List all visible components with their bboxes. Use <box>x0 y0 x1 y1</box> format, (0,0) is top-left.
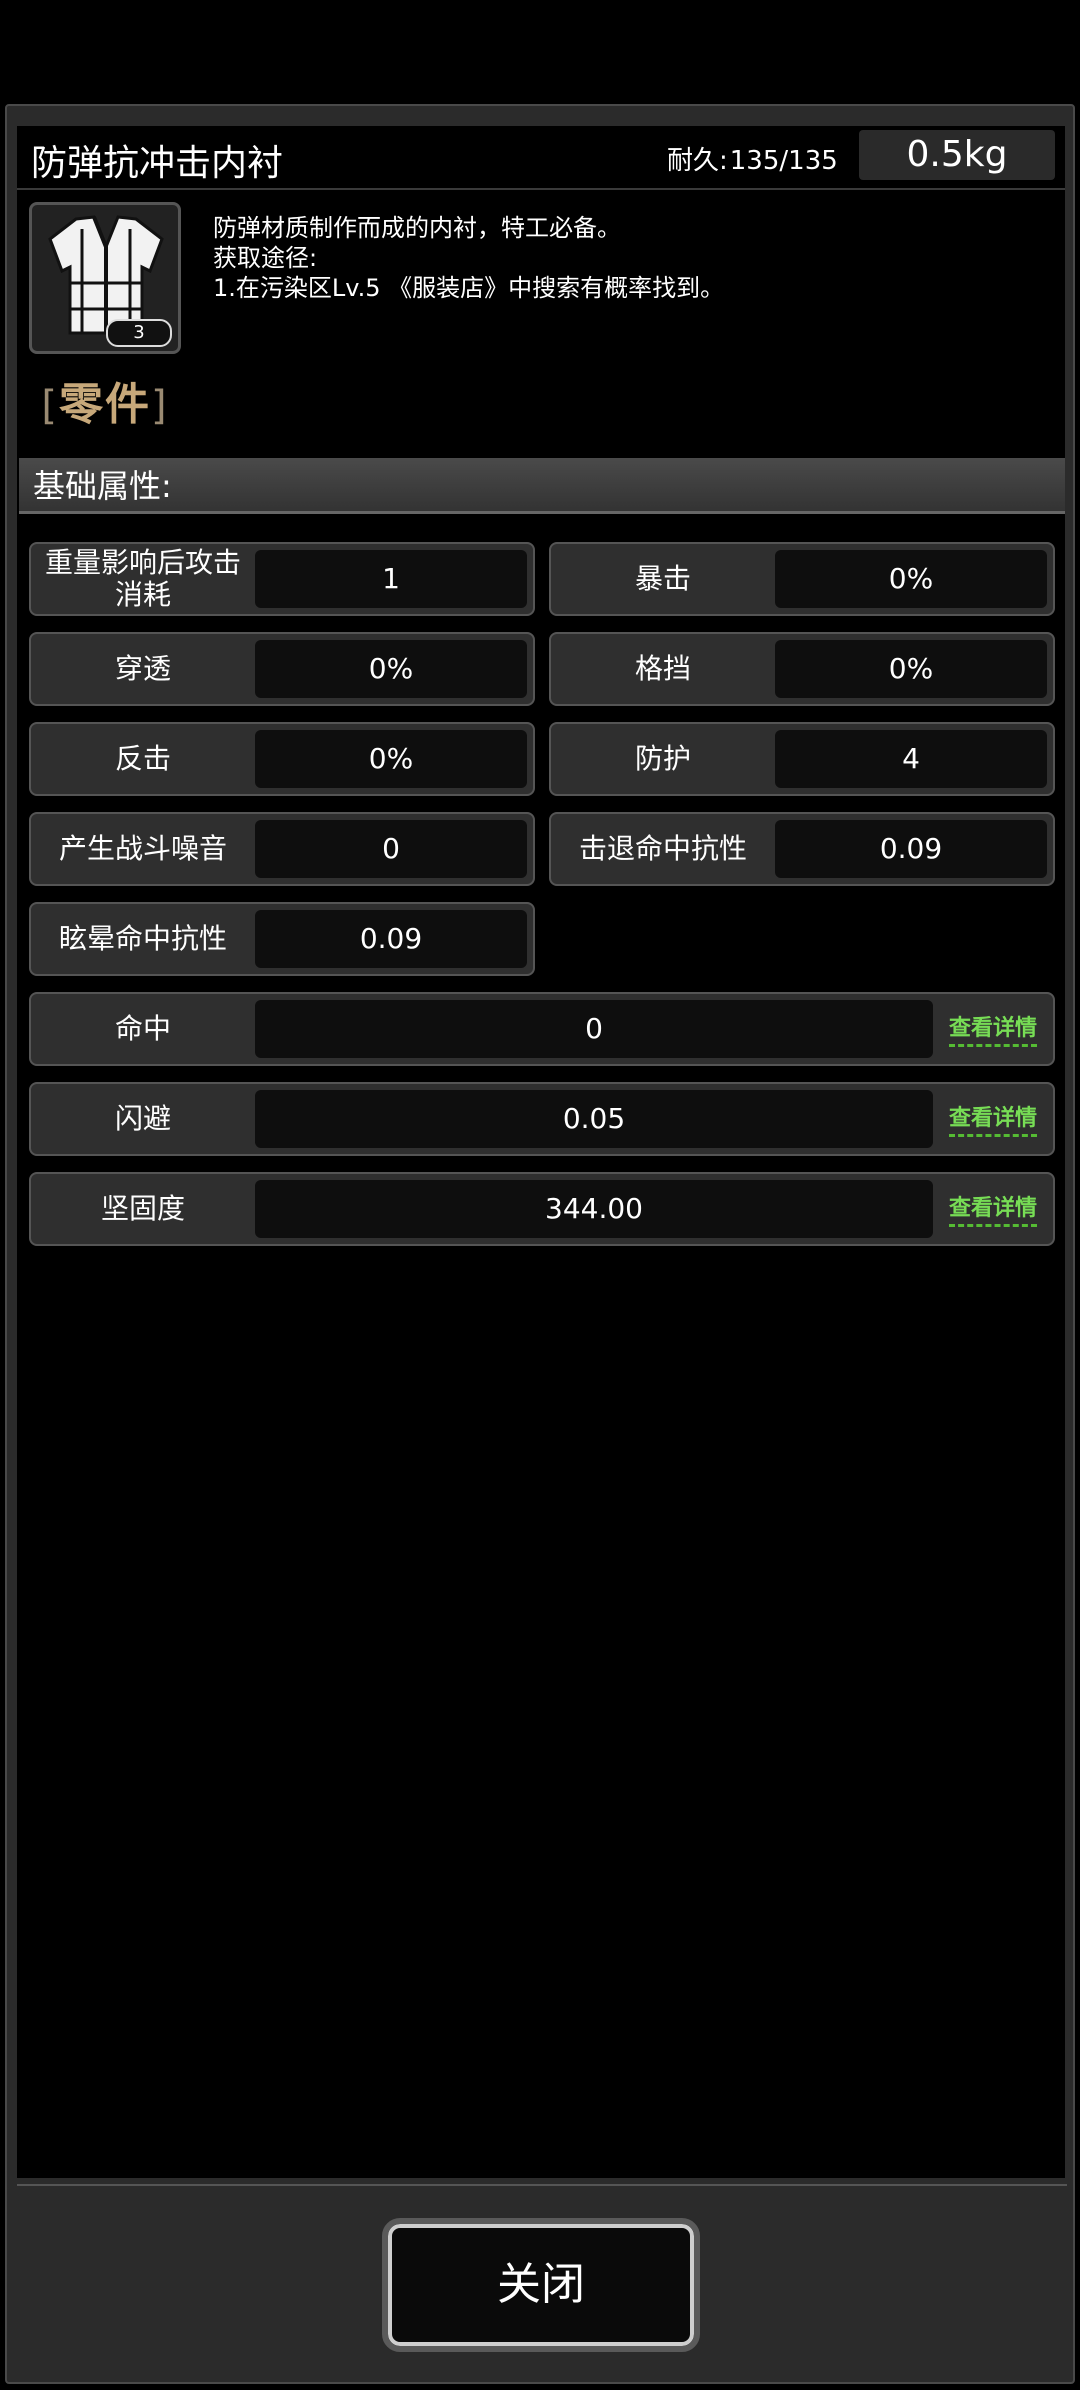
item-icon-box[interactable]: 3 <box>29 202 181 354</box>
stat-durability-strength: 坚固度 344.00 查看详情 <box>29 1172 1055 1246</box>
stat-label: 闪避 <box>114 1102 171 1135</box>
item-title: 防弹抗冲击内衬 <box>31 143 284 184</box>
category-bracket-close: ] <box>151 383 169 429</box>
title-row: 防弹抗冲击内衬 耐久:135/135 0.5kg <box>17 126 1065 190</box>
stat-dodge: 闪避 0.05 查看详情 <box>29 1082 1055 1156</box>
stat-stun-resist: 眩晕命中抗性 0.09 <box>29 902 535 976</box>
view-details-link-strength[interactable]: 查看详情 <box>948 1190 1037 1227</box>
stat-hit: 命中 0 查看详情 <box>29 992 1055 1066</box>
stat-value: 4 <box>775 730 1047 788</box>
description-line: 1.在污染区Lv.5 《服装店》中搜索有概率找到。 <box>213 274 725 302</box>
stat-counter: 反击 0% <box>29 722 535 796</box>
durability-value: 135/135 <box>729 146 838 176</box>
weight-badge: 0.5kg <box>859 130 1055 180</box>
item-description: 防弹材质制作而成的内衬，特工必备。 获取途径: 1.在污染区Lv.5 《服装店》… <box>201 200 1065 436</box>
stat-value: 0 <box>255 1000 933 1058</box>
view-details-link-dodge[interactable]: 查看详情 <box>948 1100 1037 1137</box>
stat-value: 0 <box>255 820 527 878</box>
stat-value: 0% <box>775 550 1047 608</box>
stat-value: 0% <box>775 640 1047 698</box>
stat-label: 暴击 <box>634 562 691 595</box>
category-bracket-open: [ <box>41 383 59 429</box>
durability-label: 耐久: <box>667 146 728 176</box>
footer-divider <box>17 2184 1067 2186</box>
stat-knockback-resist: 击退命中抗性 0.09 <box>549 812 1055 886</box>
durability-text: 耐久:135/135 <box>665 140 838 177</box>
stat-label: 格挡 <box>634 652 691 685</box>
stat-label: 坚固度 <box>100 1192 185 1225</box>
close-button[interactable]: 关闭 <box>382 2218 700 2352</box>
stat-label: 防护 <box>634 742 691 775</box>
stat-value: 344.00 <box>255 1180 933 1238</box>
section-header-basic-attributes: 基础属性: <box>19 458 1065 514</box>
stat-label: 产生战斗噪音 <box>58 832 227 865</box>
stat-block: 格挡 0% <box>549 632 1055 706</box>
stat-penetration: 穿透 0% <box>29 632 535 706</box>
status-bar-area <box>0 0 1080 104</box>
stat-label: 眩晕命中抗性 <box>58 922 227 955</box>
stat-weight-attack-cost: 重量影响后攻击消耗 1 <box>29 542 535 616</box>
stat-label: 反击 <box>114 742 171 775</box>
stat-crit: 暴击 0% <box>549 542 1055 616</box>
stat-protection: 防护 4 <box>549 722 1055 796</box>
item-count-badge: 3 <box>106 319 172 347</box>
stat-value: 0% <box>255 730 527 788</box>
stat-combat-noise: 产生战斗噪音 0 <box>29 812 535 886</box>
stat-label: 命中 <box>114 1012 171 1045</box>
view-details-link-hit[interactable]: 查看详情 <box>948 1010 1037 1047</box>
stat-label: 重量影响后攻击消耗 <box>45 546 242 611</box>
stat-value: 0.09 <box>255 910 527 968</box>
stat-value: 0.05 <box>255 1090 933 1148</box>
item-category: [零件] <box>29 368 181 432</box>
item-detail-dialog: 防弹抗冲击内衬 耐久:135/135 0.5kg 3 [零件] 防弹材质制作而成… <box>5 104 1075 2384</box>
stat-value: 1 <box>255 550 527 608</box>
stat-label: 击退命中抗性 <box>578 832 747 865</box>
category-label: 零件 <box>59 379 151 430</box>
stat-value: 0% <box>255 640 527 698</box>
stat-label: 穿透 <box>114 652 171 685</box>
stat-value: 0.09 <box>775 820 1047 878</box>
